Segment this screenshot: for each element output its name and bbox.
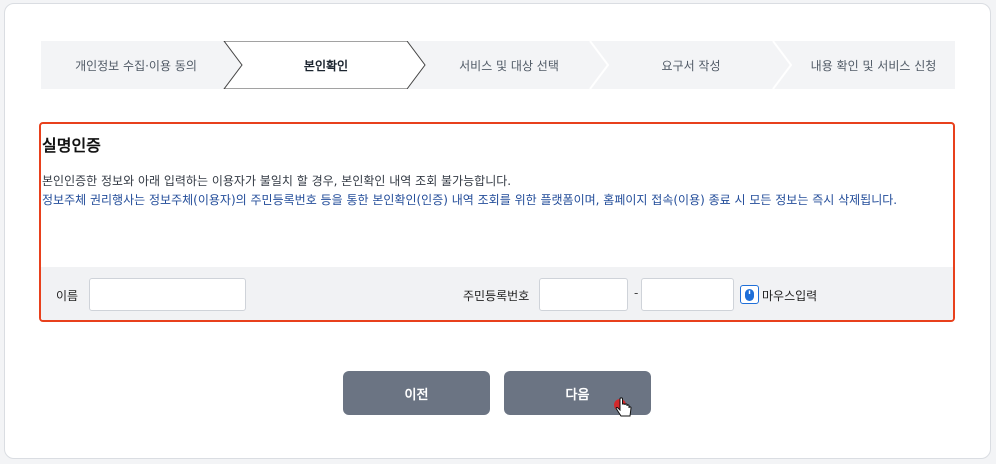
rrn-back-input[interactable] bbox=[641, 278, 734, 311]
identity-form-row: 이름 주민등록번호 - 마우스입력 bbox=[41, 267, 953, 320]
rrn-separator: - bbox=[634, 286, 639, 300]
mouse-icon bbox=[745, 288, 754, 301]
notice-text: 본인인증한 정보와 아래 입력하는 이용자가 불일치 할 경우, 본인확인 내역… bbox=[42, 174, 512, 188]
progress-stepper: 개인정보 수집·이용 동의 본인확인 서비스 및 대상 선택 요구서 작성 내용… bbox=[41, 41, 955, 89]
rrn-label: 주민등록번호 bbox=[463, 289, 530, 303]
step-identity-verification: 본인확인 bbox=[303, 58, 349, 73]
rrn-front-input[interactable] bbox=[539, 278, 628, 311]
mouse-input-button[interactable] bbox=[740, 285, 759, 304]
verification-title: 실명인증 bbox=[42, 136, 101, 155]
mouse-input-label[interactable]: 마우스입력 bbox=[762, 287, 817, 304]
step-consent: 개인정보 수집·이용 동의 bbox=[75, 58, 197, 73]
name-label: 이름 bbox=[56, 289, 79, 303]
notice-privacy-text: 정보주체 권리행사는 정보주체(이용자)의 주민등록번호 등을 통한 본인확인(… bbox=[42, 193, 898, 207]
prev-button[interactable]: 이전 bbox=[343, 371, 490, 415]
hand-pointer-cursor-icon bbox=[614, 397, 632, 417]
verification-notice: 본인인증한 정보와 아래 입력하는 이용자가 불일치 할 경우, 본인확인 내역… bbox=[42, 172, 947, 210]
step-request-form: 요구서 작성 bbox=[661, 58, 721, 73]
real-name-verification-panel: 실명인증 본인인증한 정보와 아래 입력하는 이용자가 불일치 할 경우, 본인… bbox=[39, 122, 955, 322]
step-service-select: 서비스 및 대상 선택 bbox=[459, 58, 559, 73]
name-input[interactable] bbox=[89, 278, 246, 311]
step-confirm-apply: 내용 확인 및 서비스 신청 bbox=[810, 58, 937, 73]
